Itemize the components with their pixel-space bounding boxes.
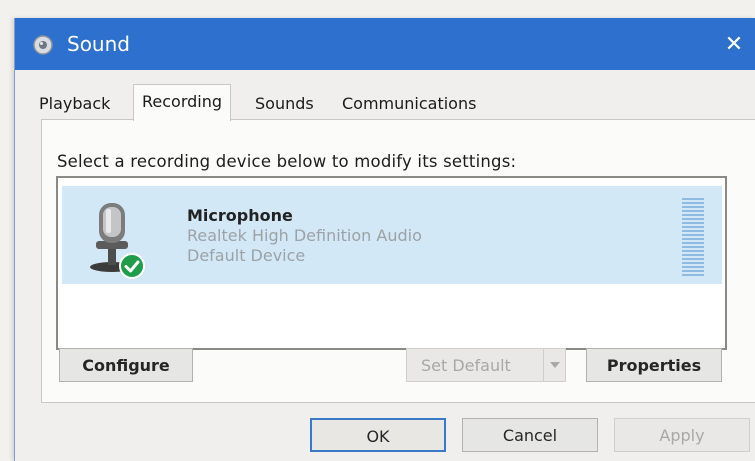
properties-button[interactable]: Properties <box>586 348 722 382</box>
tab-sounds[interactable]: Sounds <box>255 90 314 118</box>
chevron-down-icon <box>550 362 560 368</box>
title-bar[interactable]: Sound ✕ <box>15 18 755 70</box>
device-name: Microphone <box>187 206 293 225</box>
device-description: Realtek High Definition Audio <box>187 226 422 245</box>
set-default-button[interactable]: Set Default <box>406 348 566 382</box>
device-status: Default Device <box>187 246 306 265</box>
set-default-label: Set Default <box>421 356 511 375</box>
close-icon: ✕ <box>724 31 744 56</box>
instruction-text: Select a recording device below to modif… <box>57 152 517 171</box>
speaker-icon <box>33 35 53 55</box>
green-check-icon <box>119 253 145 279</box>
configure-button[interactable]: Configure <box>59 348 193 382</box>
ok-button[interactable]: OK <box>310 418 446 452</box>
tab-communications[interactable]: Communications <box>342 90 476 118</box>
tab-playback[interactable]: Playback <box>39 90 110 118</box>
apply-button[interactable]: Apply <box>614 418 750 452</box>
set-default-dropdown[interactable] <box>543 349 566 381</box>
window-title: Sound <box>67 32 130 56</box>
recording-device-list[interactable]: Microphone Realtek High Definition Audio… <box>56 176 727 350</box>
tab-recording[interactable]: Recording <box>133 84 232 121</box>
level-meter <box>682 198 704 276</box>
device-item-microphone[interactable]: Microphone Realtek High Definition Audio… <box>62 186 722 284</box>
close-button[interactable]: ✕ <box>712 18 755 70</box>
sound-dialog: Sound ✕ Playback Recording Sounds Commun… <box>14 18 755 461</box>
cancel-button[interactable]: Cancel <box>462 418 598 452</box>
